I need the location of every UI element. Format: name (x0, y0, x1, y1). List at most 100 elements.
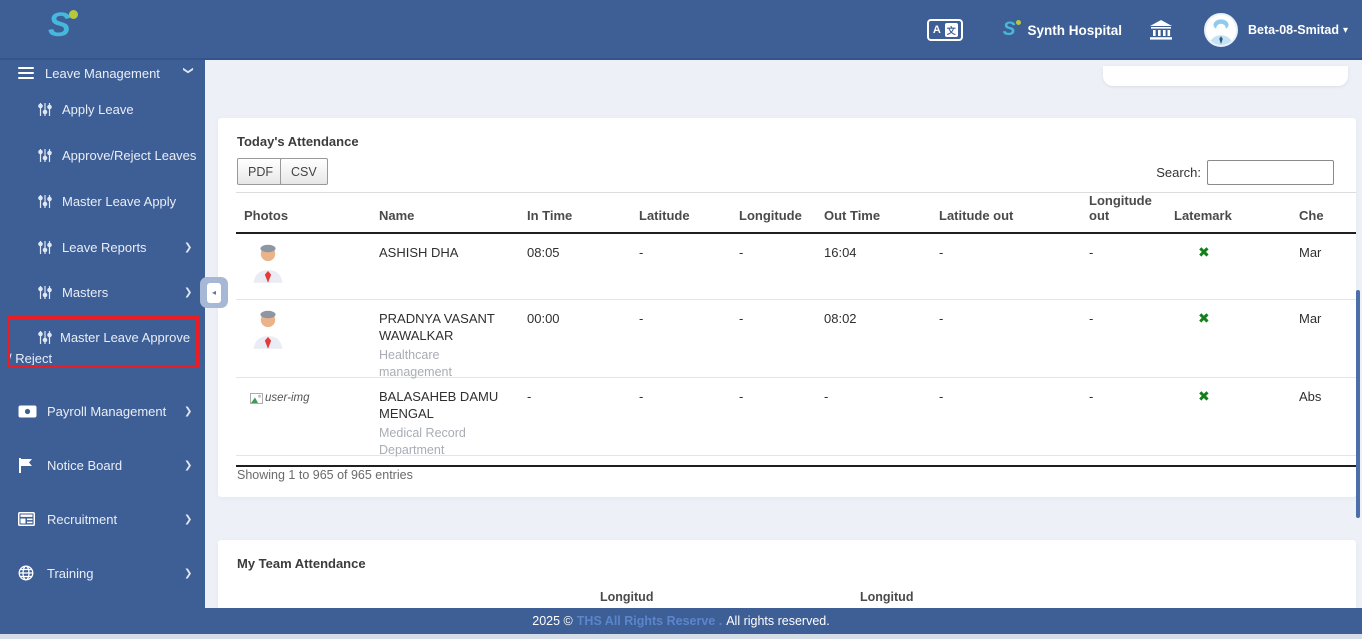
latemark-x-icon: ✖ (1198, 310, 1210, 326)
export-csv-button[interactable]: CSV (280, 158, 328, 185)
globe-icon (18, 565, 34, 581)
col-latitude-out: Latitude out (939, 208, 1014, 223)
sidebar-label: Approve/Reject Leaves (62, 147, 197, 163)
cell-longitude: - (739, 245, 744, 260)
col-in-time: In Time (527, 208, 573, 223)
cell-in-time: 00:00 (527, 311, 560, 326)
sidebar-item-training[interactable]: Training ❯ (0, 562, 205, 584)
my-team-attendance-card: My Team Attendance Longitud Longitud (218, 540, 1356, 608)
export-pdf-button[interactable]: PDF (237, 158, 284, 185)
col-photos: Photos (244, 208, 289, 223)
sidebar-item-master-leave-apply[interactable]: Master Leave Apply (0, 190, 205, 212)
broken-image-icon (250, 393, 263, 404)
todays-attendance-card: Today's Attendance PDF CSV Search: Photo… (218, 118, 1356, 497)
chevron-right-icon: ❯ (184, 567, 193, 579)
chevron-right-icon: ❯ (184, 405, 193, 417)
user-name: Beta-08-Smitad (1247, 23, 1339, 37)
cell-latitude-out: - (939, 389, 944, 404)
col-out-time: Out Time (824, 208, 881, 223)
sidebar-item-leave-management[interactable]: Leave Management ❯ (0, 62, 205, 84)
search-input[interactable] (1207, 160, 1334, 185)
chevron-right-icon: ❯ (184, 286, 193, 298)
sidebar-label: Leave Management (45, 65, 160, 81)
app-logo[interactable]: S (48, 6, 78, 45)
col-longitude: Longitude (739, 208, 802, 223)
sidebar-collapse-button[interactable]: ◂ (200, 277, 228, 308)
top-navbar: S A 文 S Synth Hospital Beta-08-Smitad ▾ (0, 0, 1362, 60)
sidebar-label: Recruitment (47, 511, 118, 527)
flag-icon (18, 457, 33, 473)
latemark-x-icon: ✖ (1198, 244, 1210, 260)
sidebar-label: Master Leave Approve / Reject (8, 330, 191, 366)
sliders-icon (38, 194, 52, 209)
sidebar-item-recruitment[interactable]: Recruitment ❯ (0, 508, 205, 530)
chevron-right-icon: ❯ (184, 241, 193, 253)
sliders-icon (38, 330, 52, 345)
cell-latitude: - (639, 311, 644, 326)
newspaper-icon (18, 512, 35, 526)
app-logo-letter: S (48, 6, 71, 44)
institution-icon[interactable] (1149, 20, 1172, 40)
cell-in-time: - (527, 389, 532, 404)
main-content: Today's Attendance PDF CSV Search: Photo… (205, 60, 1362, 608)
col-longitude-clipped: Longitud (860, 590, 914, 604)
sidebar-label: Training (47, 565, 94, 581)
latemark-x-icon: ✖ (1198, 388, 1210, 404)
chevron-right-icon: ❯ (184, 513, 193, 525)
logo-dot (68, 10, 78, 19)
cell-department: Healthcare management (379, 348, 452, 379)
sliders-icon (38, 285, 52, 300)
collapse-arrow-icon: ◂ (207, 282, 221, 303)
employee-photo-broken: user-img (236, 378, 371, 459)
photo-alt-text: user-img (265, 392, 310, 404)
cell-latitude-out: - (939, 311, 944, 326)
sidebar-label: Master Leave Apply (62, 193, 177, 209)
sidebar-item-notice-board[interactable]: Notice Board ❯ (0, 454, 205, 476)
cell-longitude-out: - (1089, 245, 1094, 260)
sidebar-label: Payroll Management (47, 403, 167, 419)
col-latitude: Latitude (639, 208, 690, 223)
page-bottom-strip (0, 634, 1362, 639)
card-title: My Team Attendance (237, 556, 366, 571)
sliders-icon (38, 148, 52, 163)
cell-in-time: 08:05 (527, 245, 560, 260)
cell-latitude-out: - (939, 245, 944, 260)
attendance-table: Photos Name In Time Latitude Longitude O… (236, 192, 1356, 467)
table-header-row: Photos Name In Time Latitude Longitude O… (236, 192, 1356, 234)
sidebar-item-apply-leave[interactable]: Apply Leave (0, 98, 205, 120)
language-translate-button[interactable]: A 文 (926, 19, 963, 41)
sidebar-item-masters[interactable]: Masters ❯ (0, 281, 205, 303)
cell-name: BALASAHEB DAMU MENGAL Medical Record Dep… (371, 378, 519, 459)
clipped-card-fragment (1103, 66, 1348, 86)
cell-longitude: - (739, 389, 744, 404)
translate-cjk-glyph: 文 (944, 23, 958, 37)
hamburger-menu-icon[interactable] (18, 67, 34, 79)
user-menu[interactable]: Beta-08-Smitad ▾ (1248, 23, 1348, 37)
sidebar-item-master-leave-approve-reject[interactable]: Master Leave Approve / Reject (8, 327, 194, 369)
table-row[interactable]: user-img BALASAHEB DAMU MENGAL Medical R… (236, 378, 1356, 459)
col-longitude-out: Longitude out (1089, 193, 1152, 223)
chevron-down-icon: ❯ (182, 66, 194, 75)
cell-out-time: - (824, 389, 829, 404)
col-name: Name (379, 208, 415, 223)
footer-link[interactable]: THS All Rights Reserve . (577, 614, 722, 628)
cell-check-status: Mar (1299, 245, 1322, 260)
banknote-icon (18, 405, 37, 418)
cell-longitude-out: - (1089, 311, 1094, 326)
search-label: Search: (1156, 165, 1201, 180)
sidebar-item-payroll-management[interactable]: Payroll Management ❯ (0, 400, 205, 422)
table-row[interactable]: ASHISH DHA 08:05 - - 16:04 - - ✖ Mar (236, 234, 1356, 300)
sidebar-label: Masters (62, 284, 109, 300)
hospital-logo-icon: S (1003, 19, 1022, 41)
hospital-name: Synth Hospital (1027, 22, 1122, 38)
sidebar-label: Apply Leave (62, 101, 134, 117)
card-title: Today's Attendance (237, 134, 359, 149)
vertical-scrollbar-thumb[interactable] (1356, 290, 1360, 518)
cell-name: ASHISH DHA (379, 245, 459, 260)
table-row[interactable]: PRADNYA VASANT WAWALKAR Healthcare manag… (236, 300, 1356, 381)
user-avatar[interactable] (1203, 13, 1238, 47)
sidebar-item-approve-reject-leaves[interactable]: Approve/Reject Leaves (0, 144, 205, 166)
sidebar-item-leave-reports[interactable]: Leave Reports ❯ (0, 236, 205, 258)
employee-photo (236, 300, 371, 381)
cell-latitude: - (639, 245, 644, 260)
